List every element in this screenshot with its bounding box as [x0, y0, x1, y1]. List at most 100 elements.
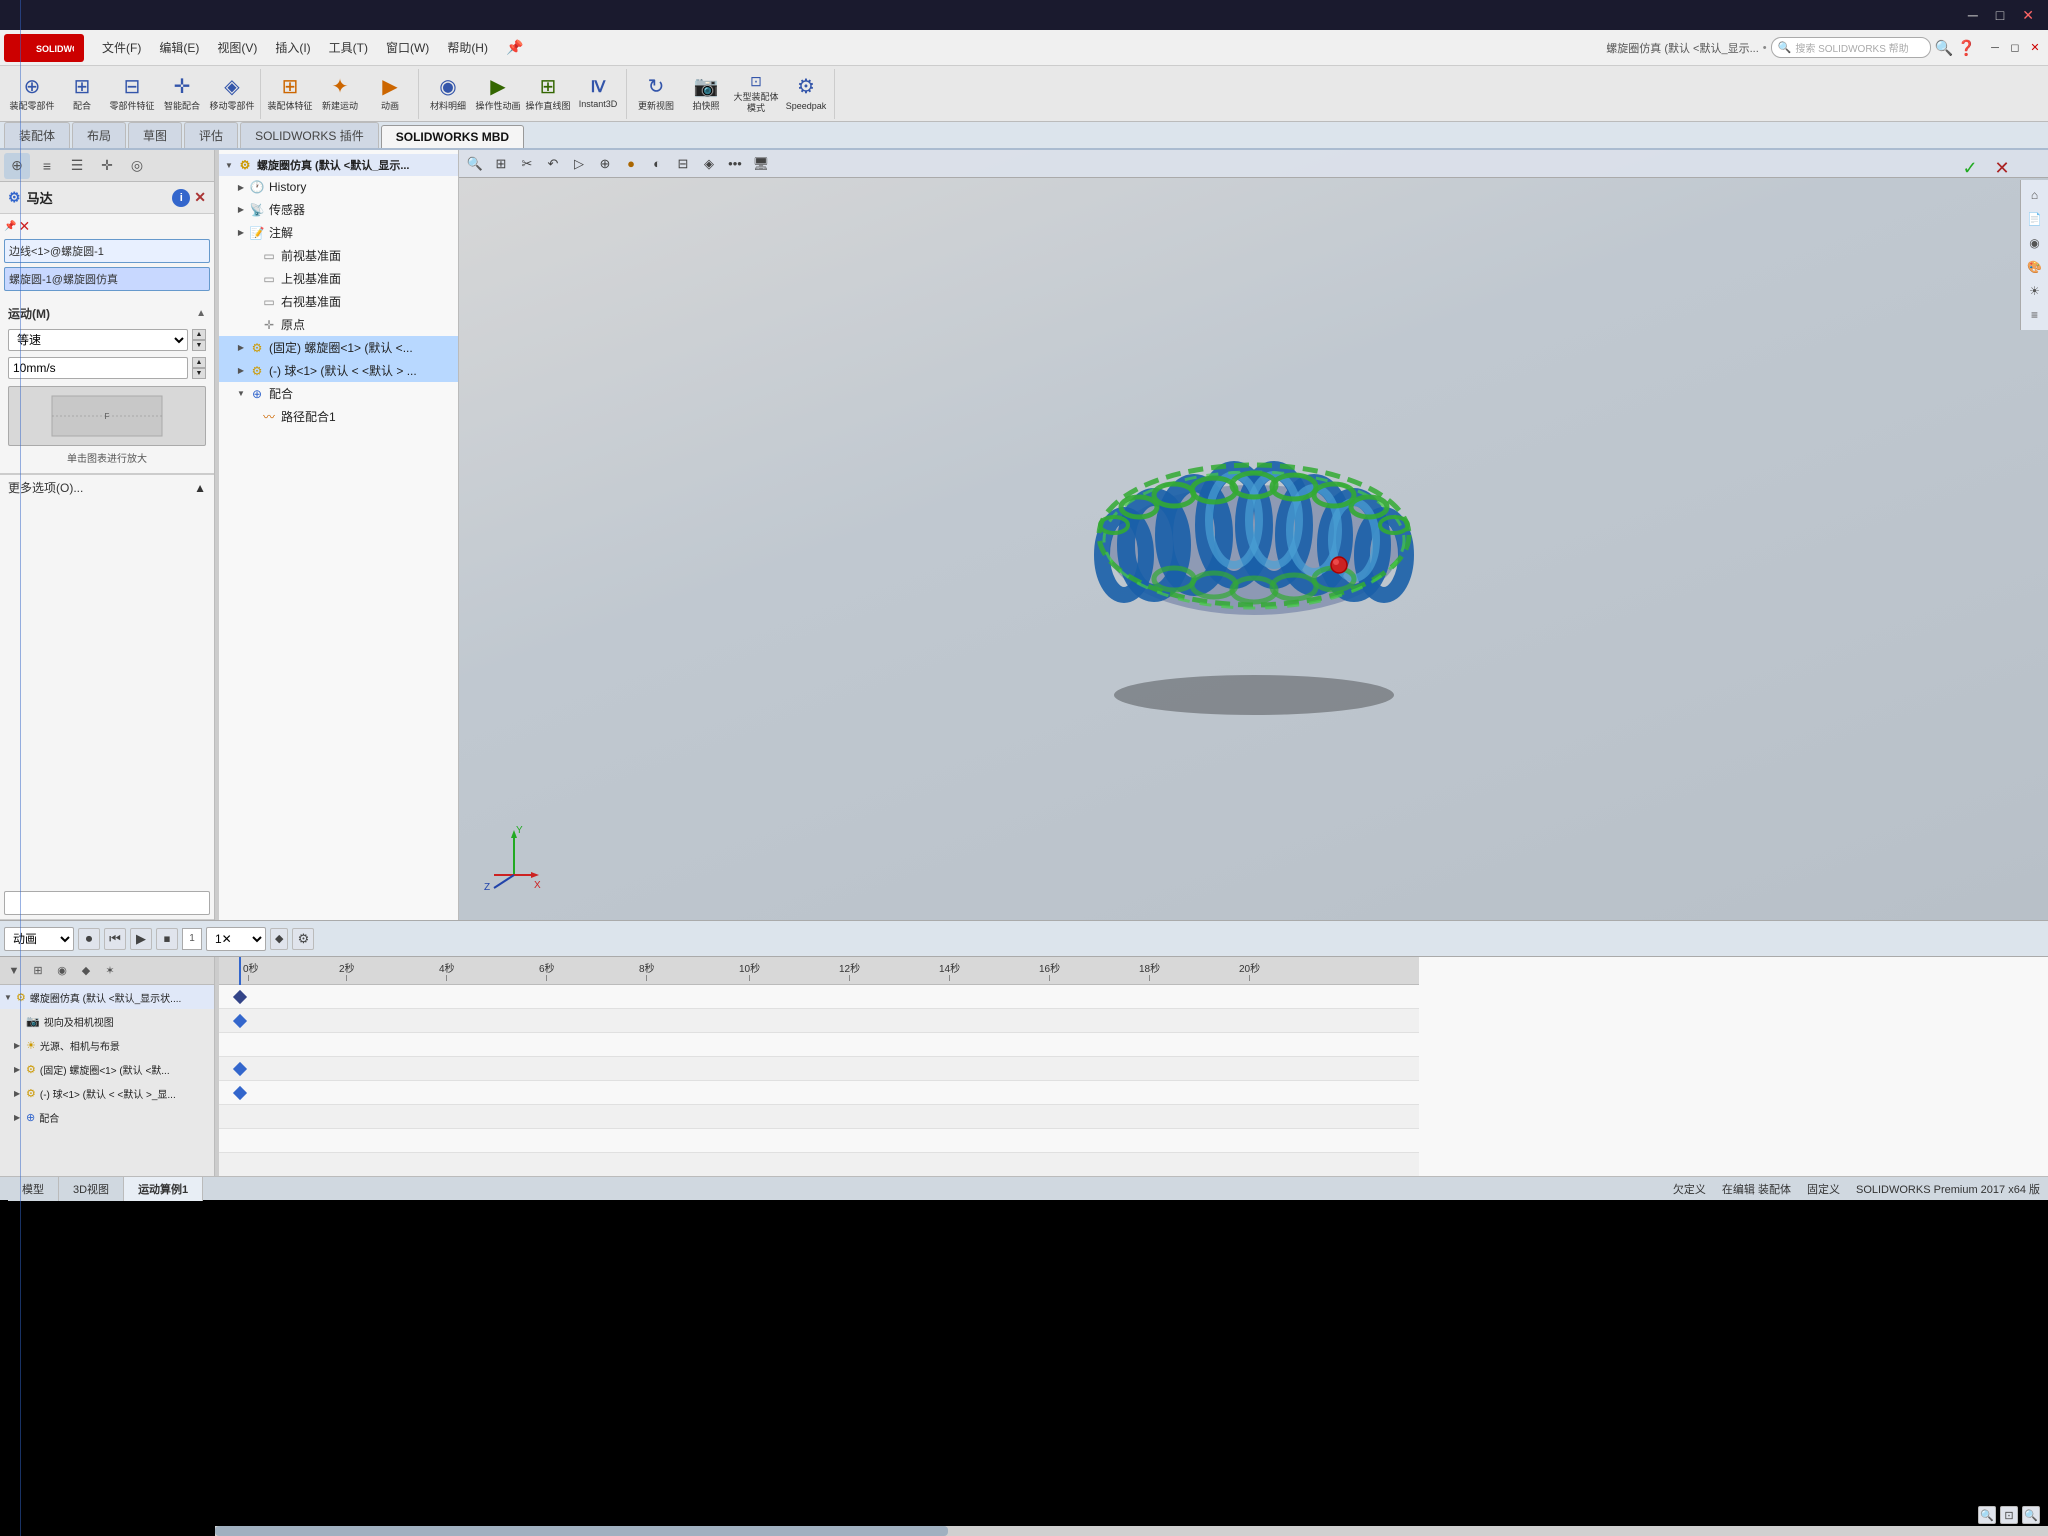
- vp-fit-btn[interactable]: ⊞: [489, 153, 513, 175]
- speed-down[interactable]: ▼: [192, 368, 206, 379]
- vp-zoom-btn[interactable]: 🔍: [463, 153, 487, 175]
- tl-tree-helix[interactable]: ▶ ⚙ (固定) 螺旋圈<1> (默认 <默...: [0, 1057, 214, 1081]
- assembly-input[interactable]: [4, 267, 210, 291]
- animation-type-select[interactable]: 动画 基本运动 运动分析: [4, 927, 74, 951]
- toolbar-move-part[interactable]: ◈ 移动零部件: [208, 71, 256, 117]
- title-bar-controls[interactable]: ─ □ ✕: [1962, 5, 2040, 26]
- anim-go-start-btn[interactable]: ⏮: [104, 928, 126, 950]
- toolbar-bom[interactable]: ◉ 材料明细: [424, 71, 472, 117]
- anim-stop-btn[interactable]: ⏹: [156, 928, 178, 950]
- toolbar-instant3d[interactable]: Ⅳ Instant3D: [574, 71, 622, 117]
- vp-half-btn[interactable]: ◐: [645, 153, 669, 175]
- timeline-playhead[interactable]: [239, 957, 241, 985]
- diamond-1-0[interactable]: [233, 1014, 247, 1028]
- motion-type-up[interactable]: ▲: [192, 329, 206, 340]
- panel-icon-list[interactable]: ≡: [34, 153, 60, 179]
- vp-more-btn[interactable]: •••: [723, 153, 747, 175]
- timeline-scroll-thumb[interactable]: [215, 1526, 948, 1536]
- toolbar-smart-fit[interactable]: ✛ 智能配合: [158, 71, 206, 117]
- anim-key-btn[interactable]: ◆: [270, 928, 288, 950]
- search-box[interactable]: 🔍 搜索 SOLIDWORKS 帮助: [1771, 37, 1931, 58]
- tree-item-right-plane[interactable]: ▭ 右视基准面: [219, 290, 458, 313]
- panel-close-button[interactable]: ✕: [194, 189, 206, 206]
- menu-insert[interactable]: 插入(I): [267, 35, 318, 60]
- right-sections-btn[interactable]: ≡: [2024, 304, 2046, 326]
- tl-tree-root[interactable]: ▼ ⚙ 螺旋圈仿真 (默认 <默认_显示状....: [0, 985, 214, 1009]
- vp-undo-btn[interactable]: ↶: [541, 153, 565, 175]
- toolbar-explode-anim[interactable]: ▶ 操作性动画: [474, 71, 522, 117]
- menu-pin[interactable]: 📌: [498, 35, 531, 60]
- speed-up[interactable]: ▲: [192, 357, 206, 368]
- diamond-0-0[interactable]: [233, 990, 247, 1004]
- tree-item-sensor[interactable]: ▶ 📡 传感器: [219, 198, 458, 221]
- tree-item-path-mate[interactable]: 〰 路径配合1: [219, 405, 458, 428]
- win-minimize[interactable]: ─: [1986, 39, 2004, 57]
- right-doc-btn[interactable]: 📄: [2024, 208, 2046, 230]
- panel-info-button[interactable]: i: [172, 189, 190, 207]
- toolbar-explode-line[interactable]: ⊞ 操作直线图: [524, 71, 572, 117]
- vp-diamond-btn[interactable]: ◈: [697, 153, 721, 175]
- vp-display-btn[interactable]: 🖥: [749, 153, 773, 175]
- red-close-icon[interactable]: ✕: [18, 218, 30, 235]
- tree-item-front-plane[interactable]: ▭ 前视基准面: [219, 244, 458, 267]
- tree-item-origin[interactable]: ✛ 原点: [219, 313, 458, 336]
- menu-view[interactable]: 视图(V): [209, 35, 265, 60]
- toolbar-assembly-feature[interactable]: ⊞ 装配体特征: [266, 71, 314, 117]
- vp-minus-btn[interactable]: ⊟: [671, 153, 695, 175]
- tl-tree-lights[interactable]: ▶ ☀ 光源、相机与布景: [0, 1033, 214, 1057]
- menu-tools[interactable]: 工具(T): [321, 35, 376, 60]
- window-controls[interactable]: ─ ◻ ✕: [1986, 39, 2044, 57]
- right-view-btn[interactable]: ◉: [2024, 232, 2046, 254]
- tree-item-ball[interactable]: ▶ ⚙ (-) 球<1> (默认 < <默认 > ...: [219, 359, 458, 382]
- timeline-zoom-in[interactable]: 🔍: [1978, 1506, 1996, 1524]
- tl-tree-mates[interactable]: ▶ ⊕ 配合: [0, 1105, 214, 1129]
- close-button[interactable]: ✕: [2016, 5, 2040, 26]
- tab-solidworks-plugins[interactable]: SOLIDWORKS 插件: [240, 122, 379, 148]
- motion-section-header[interactable]: 运动(M) ▲: [4, 301, 210, 326]
- toolbar-part-feature[interactable]: ⊟ 零部件特征: [108, 71, 156, 117]
- timeline-zoom-fit[interactable]: ⊡: [2000, 1506, 2018, 1524]
- status-tab-motion[interactable]: 运动算例1: [124, 1177, 203, 1201]
- tab-evaluate[interactable]: 评估: [184, 122, 238, 148]
- anim-speed-select[interactable]: 1✕ 2✕ 0.5✕: [206, 927, 266, 951]
- win-close[interactable]: ✕: [2026, 39, 2044, 57]
- tab-solidworks-mbd[interactable]: SOLIDWORKS MBD: [381, 125, 524, 148]
- diamond-3-0[interactable]: [233, 1062, 247, 1076]
- tl-auto-btn[interactable]: ✶: [100, 961, 120, 981]
- menu-window[interactable]: 窗口(W): [378, 35, 437, 60]
- more-options[interactable]: 更多选项(O)... ▲: [0, 474, 214, 500]
- tab-sketch[interactable]: 草图: [128, 122, 182, 148]
- tl-tree-ball[interactable]: ▶ ⚙ (-) 球<1> (默认 < <默认 >_显...: [0, 1081, 214, 1105]
- motion-graph[interactable]: F: [8, 386, 206, 446]
- edge-input[interactable]: [4, 239, 210, 263]
- search-icon[interactable]: 🔍: [1935, 39, 1954, 57]
- timeline-zoom-out[interactable]: 🔍: [2022, 1506, 2040, 1524]
- tree-item-mates[interactable]: ▼ ⊕ 配合: [219, 382, 458, 405]
- panel-icon-add[interactable]: ✛: [94, 153, 120, 179]
- toolbar-assemble-part[interactable]: ⊕ 装配零部件: [8, 71, 56, 117]
- toolbar-large-assembly[interactable]: ⊡ 大型装配体模式: [732, 71, 780, 117]
- vp-add-btn[interactable]: ⊕: [593, 153, 617, 175]
- vp-dot-btn[interactable]: ●: [619, 153, 643, 175]
- tl-add-btn[interactable]: ⊞: [28, 961, 48, 981]
- maximize-button[interactable]: □: [1990, 5, 2010, 26]
- tl-filter-btn[interactable]: ▼: [4, 961, 24, 981]
- panel-icon-circle[interactable]: ◎: [124, 153, 150, 179]
- anim-settings-btn[interactable]: ⚙: [292, 928, 314, 950]
- right-light-btn[interactable]: ☀: [2024, 280, 2046, 302]
- toolbar-animation[interactable]: ▶ 动画: [366, 71, 414, 117]
- menu-help[interactable]: 帮助(H): [439, 35, 496, 60]
- diamond-4-0[interactable]: [233, 1086, 247, 1100]
- confirm-cross-button[interactable]: ✕: [1988, 154, 2016, 182]
- tree-item-history[interactable]: ▶ 🕐 History: [219, 176, 458, 198]
- tab-layout[interactable]: 布局: [72, 122, 126, 148]
- motion-type-select[interactable]: 等速 加速 插值: [8, 329, 188, 351]
- anim-record-btn[interactable]: ⏺: [78, 928, 100, 950]
- tree-item-annotation[interactable]: ▶ 📝 注解: [219, 221, 458, 244]
- vp-play-btn[interactable]: ▷: [567, 153, 591, 175]
- anim-play-btn[interactable]: ▶: [130, 928, 152, 950]
- panel-icon-features[interactable]: ☰: [64, 153, 90, 179]
- confirm-check-button[interactable]: ✓: [1956, 154, 1984, 182]
- win-restore[interactable]: ◻: [2006, 39, 2024, 57]
- menu-file[interactable]: 文件(F): [94, 35, 149, 60]
